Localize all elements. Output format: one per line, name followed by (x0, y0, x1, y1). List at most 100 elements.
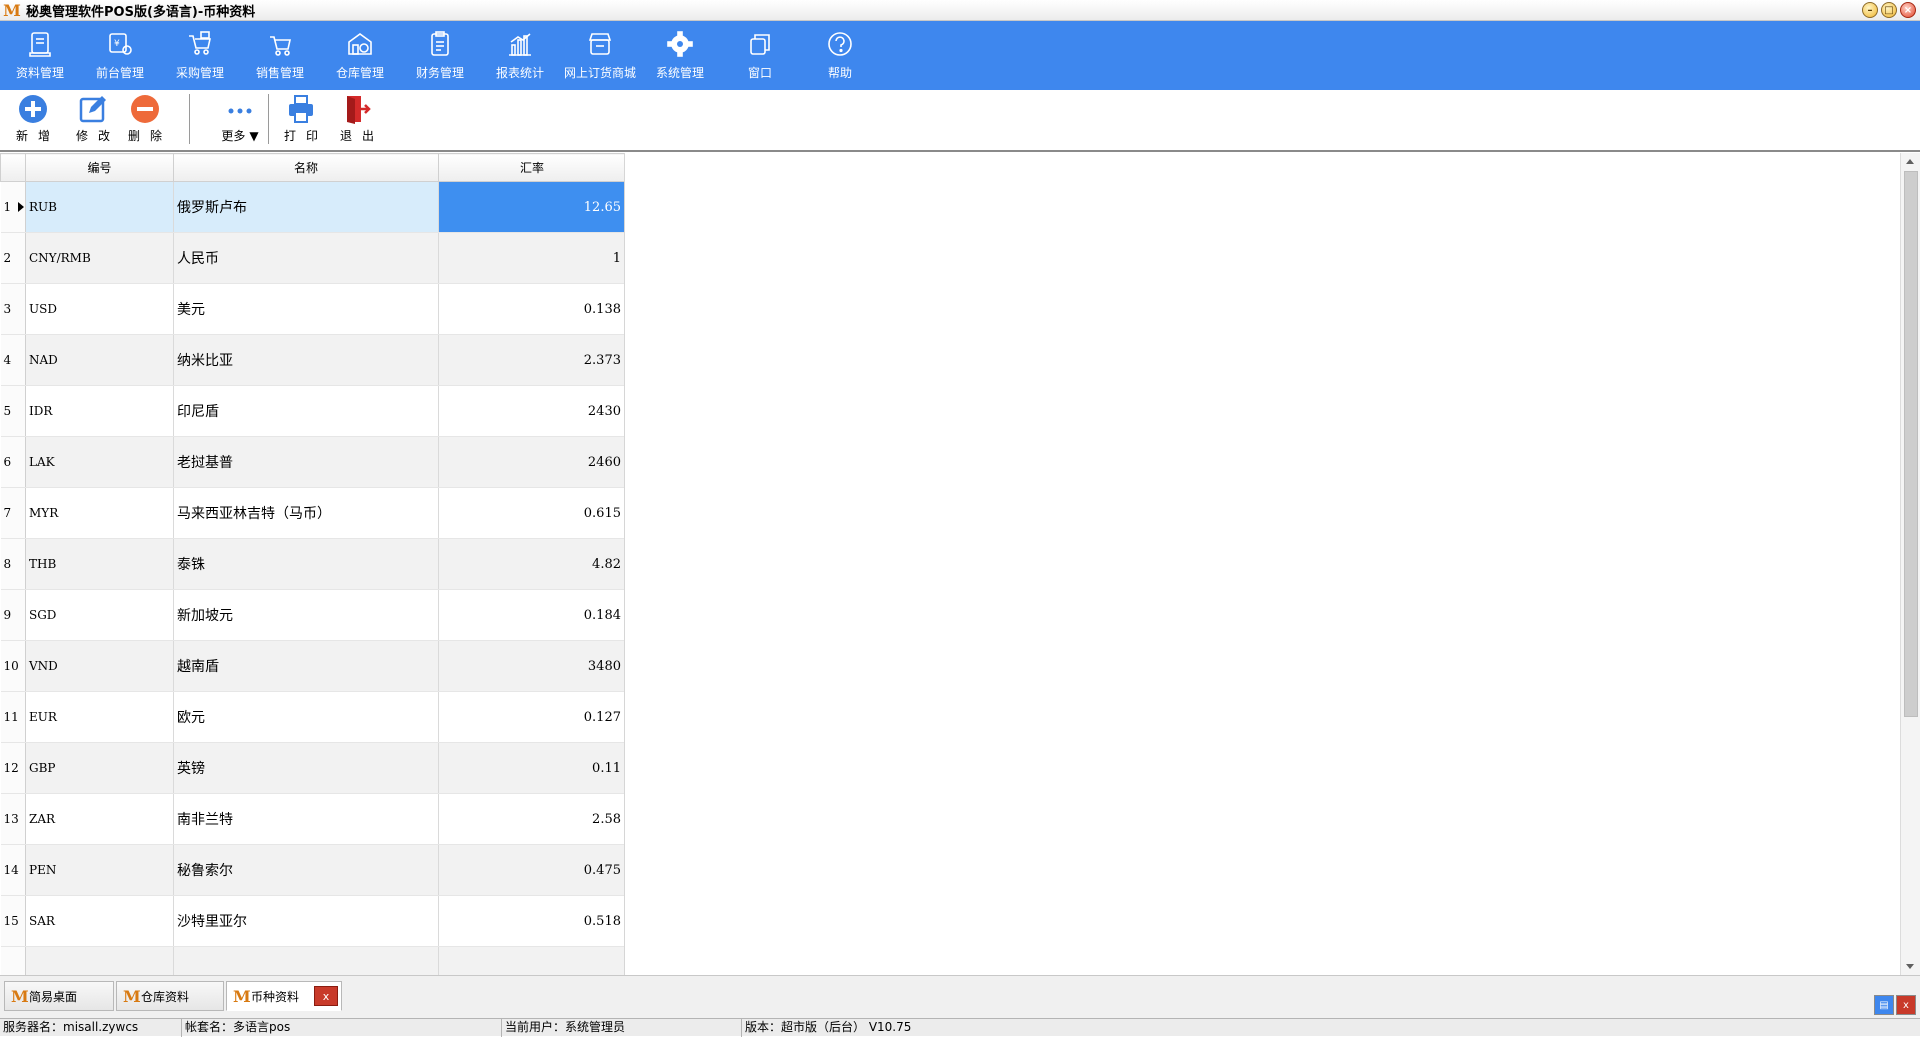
table-row[interactable]: 14 PEN 秘鲁索尔 0.475 (0, 844, 624, 896)
cell-name[interactable]: 欧元 (173, 691, 439, 743)
menu-item-front-desk[interactable]: ¥ 前台管理 (80, 21, 160, 90)
menu-item-window[interactable]: 窗口 (720, 21, 800, 90)
cell-name[interactable]: 英镑 (173, 742, 439, 794)
cell-name[interactable]: 南非兰特 (173, 793, 439, 845)
cell-code[interactable]: SGD (25, 589, 174, 641)
cell-code[interactable]: PEN (25, 844, 174, 896)
table-row[interactable]: 12 GBP 英镑 0.11 (0, 742, 624, 794)
cell-rate[interactable]: 0.138 (438, 283, 624, 335)
cell-name[interactable]: 美元 (173, 283, 439, 335)
table-row[interactable] (0, 946, 624, 975)
cell-rate[interactable]: 12.65 (438, 181, 624, 233)
column-header-code[interactable]: 编号 (25, 153, 174, 182)
cell-rate[interactable]: 0.11 (438, 742, 624, 794)
exit-button[interactable]: 退出 (332, 90, 382, 150)
cell-code[interactable]: VND (25, 640, 174, 692)
cell-rate[interactable]: 0.127 (438, 691, 624, 743)
cell-name[interactable]: 泰铢 (173, 538, 439, 590)
table-row[interactable]: 7 MYR 马来西亚林吉特（马币） 0.615 (0, 487, 624, 539)
tab-warehouse-info[interactable]: M 仓库资料 (116, 981, 224, 1011)
cell-rate[interactable]: 0.615 (438, 487, 624, 539)
cell-code[interactable]: MYR (25, 487, 174, 539)
cell-code[interactable]: NAD (25, 334, 174, 386)
cell-code[interactable]: LAK (25, 436, 174, 488)
menu-item-warehouse[interactable]: 仓库管理 (320, 21, 400, 90)
menu-item-help[interactable]: 帮助 (800, 21, 880, 90)
exit-label: 退出 (340, 129, 385, 143)
cell-name[interactable]: 印尼盾 (173, 385, 439, 437)
cell-rate[interactable]: 2.373 (438, 334, 624, 386)
cell-code[interactable]: USD (25, 283, 174, 335)
column-header-rate[interactable]: 汇率 (438, 153, 624, 182)
cell-name[interactable] (173, 946, 439, 975)
close-button[interactable]: × (1900, 2, 1916, 18)
cell-code[interactable]: IDR (25, 385, 174, 437)
cell-rate[interactable]: 2430 (438, 385, 624, 437)
tile-windows-button[interactable]: ▤ (1874, 995, 1894, 1015)
scroll-thumb[interactable] (1904, 171, 1918, 717)
scroll-up-icon[interactable] (1906, 159, 1914, 164)
table-row[interactable]: 3 USD 美元 0.138 (0, 283, 624, 335)
menu-item-reports[interactable]: 报表统计 (480, 21, 560, 90)
menu-item-sales[interactable]: 销售管理 (240, 21, 320, 90)
table-row[interactable]: 2 CNY/RMB 人民币 1 (0, 232, 624, 284)
cell-rate[interactable] (438, 946, 624, 975)
table-row[interactable]: 10 VND 越南盾 3480 (0, 640, 624, 692)
vertical-scrollbar[interactable] (1900, 153, 1920, 975)
cell-code[interactable]: EUR (25, 691, 174, 743)
cell-rate[interactable]: 2.58 (438, 793, 624, 845)
table-row[interactable]: 9 SGD 新加坡元 0.184 (0, 589, 624, 641)
cell-name[interactable]: 俄罗斯卢布 (173, 181, 439, 233)
minimize-button[interactable]: – (1862, 2, 1878, 18)
tab-close-button[interactable]: x (314, 986, 338, 1006)
cell-name[interactable]: 纳米比亚 (173, 334, 439, 386)
cell-rate[interactable]: 0.518 (438, 895, 624, 947)
cell-rate[interactable]: 4.82 (438, 538, 624, 590)
table-row[interactable]: 4 NAD 纳米比亚 2.373 (0, 334, 624, 386)
print-button[interactable]: 打印 (276, 90, 326, 150)
tab-label: 简易桌面 (29, 989, 78, 1004)
menu-item-data-management[interactable]: 资料管理 (0, 21, 80, 90)
cell-rate[interactable]: 1 (438, 232, 624, 284)
menu-item-label: 仓库管理 (335, 66, 384, 80)
cell-code[interactable]: GBP (25, 742, 174, 794)
menu-item-finance[interactable]: 财务管理 (400, 21, 480, 90)
table-row[interactable]: 5 IDR 印尼盾 2430 (0, 385, 624, 437)
cell-name[interactable]: 越南盾 (173, 640, 439, 692)
scroll-down-icon[interactable] (1906, 964, 1914, 969)
menu-item-online-mall[interactable]: 网上订货商城 (560, 21, 640, 90)
table-row[interactable]: 13 ZAR 南非兰特 2.58 (0, 793, 624, 845)
maximize-button[interactable]: □ (1881, 2, 1897, 18)
cell-code[interactable]: CNY/RMB (25, 232, 174, 284)
cell-code[interactable]: THB (25, 538, 174, 590)
table-row[interactable]: 11 EUR 欧元 0.127 (0, 691, 624, 743)
cell-rate[interactable]: 0.475 (438, 844, 624, 896)
menu-item-label: 系统管理 (655, 66, 704, 80)
cell-code[interactable]: ZAR (25, 793, 174, 845)
cell-name[interactable]: 新加坡元 (173, 589, 439, 641)
cell-rate[interactable]: 0.184 (438, 589, 624, 641)
cell-name[interactable]: 沙特里亚尔 (173, 895, 439, 947)
cell-code[interactable]: RUB (25, 181, 174, 233)
table-row[interactable]: 8 THB 泰铢 4.82 (0, 538, 624, 590)
menu-item-purchase[interactable]: 采购管理 (160, 21, 240, 90)
table-row[interactable]: 1 RUB 俄罗斯卢布 12.65 (0, 181, 624, 233)
add-button[interactable]: 新增 (8, 90, 58, 150)
table-row[interactable]: 15 SAR 沙特里亚尔 0.518 (0, 895, 624, 947)
table-row[interactable]: 6 LAK 老挝基普 2460 (0, 436, 624, 488)
cell-rate[interactable]: 3480 (438, 640, 624, 692)
menu-item-system[interactable]: 系统管理 (640, 21, 720, 90)
delete-button[interactable]: 删除 (120, 90, 170, 150)
close-all-button[interactable]: x (1896, 995, 1916, 1015)
cell-code[interactable]: SAR (25, 895, 174, 947)
cell-rate[interactable]: 2460 (438, 436, 624, 488)
tab-simple-desktop[interactable]: M 简易桌面 (4, 981, 114, 1011)
cell-name[interactable]: 秘鲁索尔 (173, 844, 439, 896)
column-header-name[interactable]: 名称 (173, 153, 439, 182)
cell-code[interactable] (25, 946, 174, 975)
edit-button[interactable]: 修改 (68, 90, 118, 150)
cell-name[interactable]: 人民币 (173, 232, 439, 284)
cell-name[interactable]: 老挝基普 (173, 436, 439, 488)
more-button[interactable]: 更多 ▼ (212, 90, 268, 150)
cell-name[interactable]: 马来西亚林吉特（马币） (173, 487, 439, 539)
